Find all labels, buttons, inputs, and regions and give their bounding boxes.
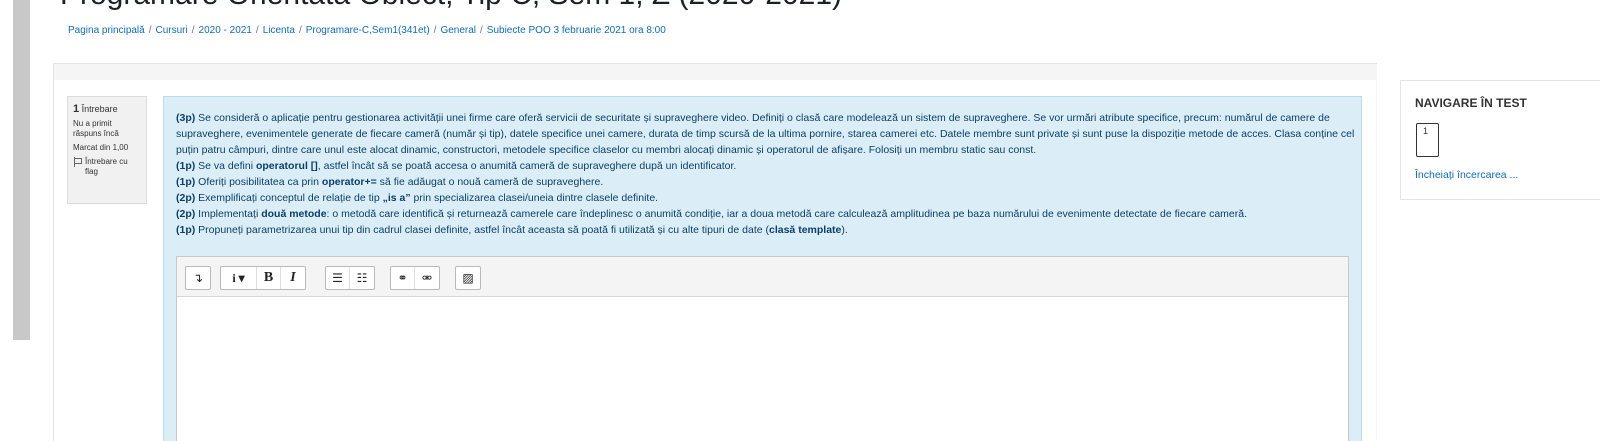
question-text-part: , astfel încât să se poată accesa o anum… <box>317 160 737 172</box>
breadcrumb-separator: / <box>148 25 152 36</box>
question-text: (3p) Se consideră o aplicație pentru ges… <box>176 110 1356 238</box>
toolbar-toggle-button[interactable]: ↴ <box>186 267 210 289</box>
question-paragraph: (2p) Implementați două metode: o metodă … <box>176 206 1356 222</box>
question-text-part: Implementați <box>195 208 262 220</box>
question-paragraph: (1p) Propuneți parametrizarea unui tip d… <box>176 222 1356 238</box>
points-label: (1p) <box>176 224 196 236</box>
points-label: (1p) <box>176 160 196 172</box>
question-text-part: să fie adăugat o nouă cameră de supraveg… <box>376 176 604 188</box>
question-number-label: Întrebare <box>81 104 118 114</box>
question-text-part: Se consideră o aplicație pentru gestiona… <box>176 112 1355 156</box>
question-text-part: prin specializarea clasei/uneia dintre c… <box>410 192 659 204</box>
flag-icon <box>73 157 82 167</box>
breadcrumb-home[interactable]: Pagina principală <box>68 25 145 36</box>
bold-button[interactable]: B <box>257 267 281 289</box>
breadcrumb-course[interactable]: Programare-C,Sem1(341et) <box>306 25 430 36</box>
toolbar-group-media: ▨ <box>455 266 481 290</box>
link-button[interactable]: ⚭ <box>391 267 415 289</box>
breadcrumb-year[interactable]: 2020 - 2021 <box>199 25 252 36</box>
breadcrumb-courses[interactable]: Cursuri <box>156 25 188 36</box>
question-text-part: ). <box>841 224 848 236</box>
quiz-navigation-title: NAVIGARE ÎN TEST <box>1415 96 1527 110</box>
question-keyword: operatorul [] <box>255 160 318 172</box>
info-dropdown-button[interactable]: i ▾ <box>221 267 257 289</box>
question-paragraph: (3p) Se consideră o aplicație pentru ges… <box>176 110 1356 158</box>
question-number: 1 Întrebare <box>73 103 141 115</box>
unordered-list-button[interactable]: ☰ <box>326 267 350 289</box>
question-keyword: „is a” <box>382 192 411 204</box>
breadcrumb-separator: / <box>255 25 259 36</box>
question-keyword: clasă template <box>769 224 842 236</box>
breadcrumb: Pagina principală / Cursuri/2020 - 2021/Li… <box>68 25 666 36</box>
finish-attempt-link[interactable]: Încheiați încercarea ... <box>1415 169 1518 181</box>
toolbar-group-lists: ☰ ☷ <box>325 266 375 290</box>
question-text-part: : o metodă care identifică și returnează… <box>326 208 1247 220</box>
breadcrumb-quiz[interactable]: Subiecte POO 3 februarie 2021 ora 8:00 <box>487 25 666 36</box>
quiz-navigation-panel: NAVIGARE ÎN TEST 1 Încheiați încercarea … <box>1400 80 1600 200</box>
question-keyword: operator+= <box>321 176 377 188</box>
breadcrumb-general[interactable]: General <box>440 25 476 36</box>
points-label: (1p) <box>176 176 196 188</box>
question-keyword: două metode <box>261 208 327 220</box>
toolbar-group-links: ⚭ ⚮ <box>390 266 440 290</box>
question-text-part: Propuneți parametrizarea unui tip din ca… <box>195 224 769 236</box>
question-paragraph: (2p) Exemplificați conceptul de relație … <box>176 190 1356 206</box>
question-paragraph: (1p) Se va defini operatorul [], astfel … <box>176 158 1356 174</box>
question-text-part: Se va defini <box>195 160 256 172</box>
question-info: 1 Întrebare Nu a primit răspuns încă Mar… <box>67 96 147 204</box>
question-marks: Marcat din 1,00 <box>73 143 129 152</box>
question-status: Nu a primit răspuns încă <box>73 119 119 138</box>
breadcrumb-separator: / <box>433 25 437 36</box>
question-paragraph: (1p) Oferiți posibilitatea ca prin opera… <box>176 174 1356 190</box>
breadcrumb-separator: / <box>298 25 302 36</box>
points-label: (3p) <box>176 112 196 124</box>
page-scrollbar-thumb[interactable] <box>13 0 30 340</box>
breadcrumb-separator: / <box>191 25 195 36</box>
page-title: Programare Orientata Obiect, Tip C, Sem … <box>60 0 842 12</box>
answer-textarea[interactable] <box>177 298 1348 441</box>
toolbar-group-format: i ▾ B I <box>220 266 306 290</box>
points-label: (2p) <box>176 192 196 204</box>
toolbar-group-expand: ↴ <box>185 266 211 290</box>
points-label: (2p) <box>176 208 196 220</box>
answer-editor: ↴ i ▾ B I ☰ ☷ ⚭ ⚮ ▨ <box>176 256 1349 441</box>
breadcrumb-separator: / <box>480 25 483 36</box>
italic-button[interactable]: I <box>281 267 305 289</box>
question-number-value: 1 <box>73 103 80 115</box>
question-text-part: Oferiți posibilitatea ca prin <box>195 176 322 188</box>
flag-question-label: Întrebare cu flag <box>85 157 128 176</box>
question-text-part: Exemplificați conceptul de relație de ti… <box>195 192 383 204</box>
editor-toolbar: ↴ i ▾ B I ☰ ☷ ⚭ ⚮ ▨ <box>177 257 1348 297</box>
unlink-button[interactable]: ⚮ <box>415 267 439 289</box>
image-button[interactable]: ▨ <box>456 267 480 289</box>
flag-question-toggle[interactable]: Întrebare cu flag <box>73 157 141 177</box>
breadcrumb-licenta[interactable]: Licenta <box>263 25 295 36</box>
quiz-nav-question-button[interactable]: 1 <box>1416 123 1439 157</box>
ordered-list-button[interactable]: ☷ <box>350 267 374 289</box>
